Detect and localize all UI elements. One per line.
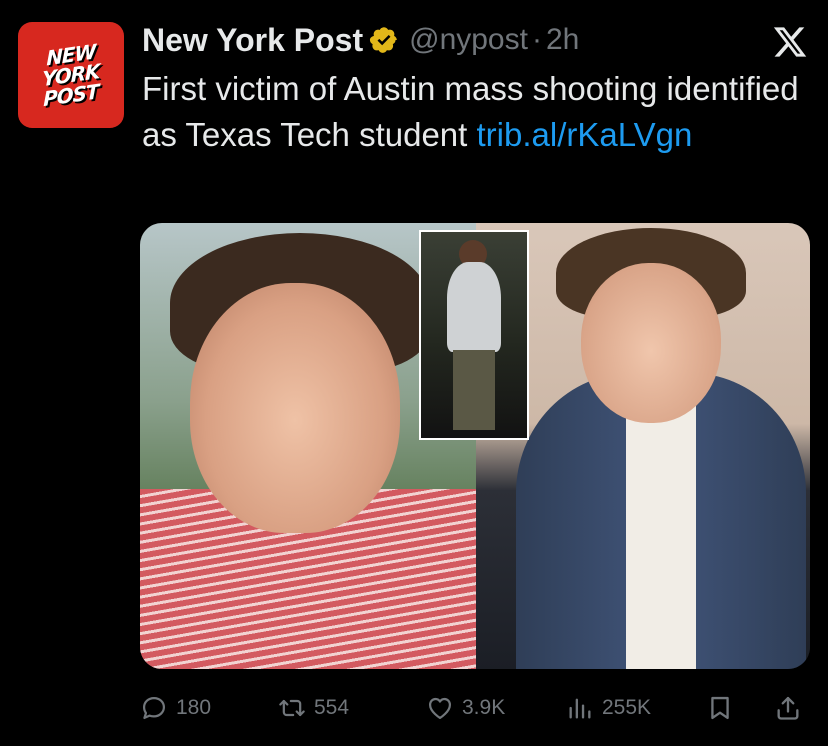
tweet-media[interactable] bbox=[140, 223, 810, 669]
reply-icon bbox=[142, 696, 166, 720]
x-logo-icon bbox=[772, 24, 808, 60]
tweet-text: First victim of Austin mass shooting ide… bbox=[142, 66, 802, 158]
action-bar: 180 554 3.9K 255K bbox=[140, 688, 810, 728]
reply-button[interactable]: 180 bbox=[140, 688, 211, 728]
views-button[interactable]: 255K bbox=[566, 688, 651, 728]
retweet-count: 554 bbox=[314, 696, 350, 719]
tweet-link[interactable]: trib.al/rKaLVgn bbox=[477, 116, 693, 153]
share-button[interactable] bbox=[774, 688, 802, 728]
like-count: 3.9K bbox=[462, 696, 506, 719]
like-button[interactable]: 3.9K bbox=[426, 688, 505, 728]
retweet-icon bbox=[279, 699, 305, 717]
avatar[interactable]: NEW YORK POST bbox=[18, 22, 124, 128]
face bbox=[581, 263, 721, 423]
reply-count: 180 bbox=[176, 696, 212, 719]
bookmark-icon bbox=[711, 696, 729, 720]
share-icon bbox=[777, 696, 799, 720]
face bbox=[190, 283, 400, 533]
timestamp[interactable]: 2h bbox=[546, 23, 579, 57]
figure-legs bbox=[453, 350, 495, 430]
like-icon bbox=[428, 697, 452, 720]
separator-dot: · bbox=[531, 23, 542, 56]
handle[interactable]: @nypost bbox=[409, 23, 528, 57]
verified-badge-icon[interactable] bbox=[369, 25, 399, 55]
photo-inset[interactable] bbox=[419, 230, 529, 440]
nypost-logo: NEW YORK POST bbox=[42, 39, 99, 112]
retweet-button[interactable]: 554 bbox=[278, 688, 349, 728]
tweet-header: New York Post @nypost · 2h bbox=[142, 18, 579, 62]
display-name[interactable]: New York Post bbox=[142, 22, 363, 59]
logo-line-3: POST bbox=[43, 79, 99, 112]
bookmark-button[interactable] bbox=[706, 688, 734, 728]
figure-torso bbox=[447, 262, 501, 352]
white-shirt bbox=[626, 383, 696, 669]
views-icon bbox=[569, 698, 591, 719]
views-count: 255K bbox=[602, 696, 652, 719]
tweet-body: First victim of Austin mass shooting ide… bbox=[142, 70, 799, 153]
